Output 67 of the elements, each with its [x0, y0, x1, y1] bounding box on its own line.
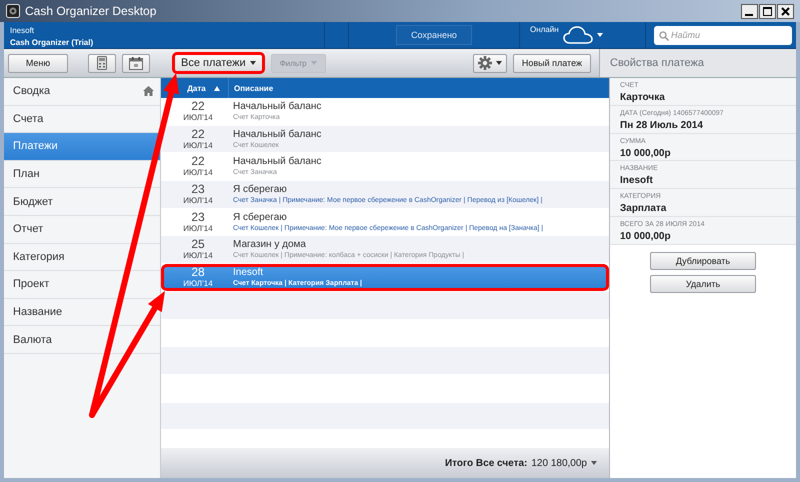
action-button[interactable]: Дублировать [650, 252, 756, 270]
total-label: Итого Все счета: [444, 458, 528, 468]
column-header[interactable]: Описание [229, 78, 609, 98]
field-value: 10 000,00р [620, 230, 672, 243]
window-title: Cash Organizer Desktop [25, 4, 156, 18]
payment-title: Начальный баланс [233, 128, 322, 141]
calculator-button[interactable] [88, 54, 116, 72]
field-value: Зарплата [620, 202, 668, 216]
date-day: 22 [191, 100, 205, 113]
calendar-button[interactable] [122, 54, 150, 72]
action-button[interactable]: Удалить [650, 274, 756, 293]
home-icon [143, 86, 154, 96]
caret-icon [591, 461, 597, 465]
date-month: ИЮЛ’14 [183, 278, 213, 289]
menu-button[interactable]: Меню [8, 54, 68, 72]
product-name: Cash Organizer (Trial) [10, 37, 94, 49]
date-day: 23 [191, 182, 205, 196]
caret-icon [250, 61, 256, 65]
app-icon [6, 4, 20, 18]
date-month: ИЮЛ’14 [183, 140, 213, 151]
payment-title: Я сберегаю [233, 182, 288, 196]
sidebar-item[interactable]: Валюта [4, 326, 160, 354]
settings-icon [478, 55, 492, 71]
date-day: 25 [191, 238, 205, 252]
sidebar-item[interactable]: План [4, 160, 160, 188]
payment-title: Я сберегаю [233, 210, 288, 224]
total-value: 120 180,00р [531, 458, 587, 468]
settings-button[interactable] [472, 54, 507, 72]
panel-title: Свойства платежа [599, 49, 796, 77]
sidebar-item[interactable]: Отчет [4, 216, 160, 244]
online-label: Онлайн [530, 25, 559, 34]
sidebar-item[interactable]: Бюджет [4, 188, 160, 216]
cloud-icon[interactable] [562, 25, 593, 45]
field-value: Карточка [620, 91, 666, 104]
search-field[interactable]: Найти [654, 26, 792, 44]
date-day: 23 [191, 210, 205, 224]
calculator-icon [97, 56, 107, 70]
date-day: 28 [191, 266, 205, 279]
field-value: 10 000,00р [620, 146, 672, 160]
minimize-icon[interactable] [741, 4, 758, 18]
caret-icon [596, 33, 603, 37]
date-month: ИЮЛ’14 [183, 196, 213, 206]
date-month: ИЮЛ’14 [183, 112, 213, 123]
maximize-icon[interactable] [759, 4, 776, 18]
sidebar-item[interactable]: Платежи [4, 133, 160, 161]
company-name: Inesoft [10, 25, 36, 37]
date-month: ИЮЛ’14 [183, 224, 213, 234]
calendar-icon [129, 56, 143, 70]
date-day: 22 [191, 128, 205, 141]
new-payment-button[interactable]: Новый платеж [512, 54, 591, 72]
date-day: 22 [191, 155, 205, 168]
save-status-button[interactable]: Сохранено [396, 25, 472, 45]
search-icon [659, 30, 669, 40]
field-value: Inesoft [620, 174, 654, 188]
payment-title: Начальный баланс [233, 155, 322, 168]
payment-title: Начальный баланс [233, 100, 322, 113]
caret-icon [310, 61, 317, 65]
sidebar-item[interactable]: Сводка [4, 78, 160, 106]
field-value: Пн 28 Июль 2014 [620, 118, 704, 132]
sidebar-item[interactable]: Категория [4, 244, 160, 272]
close-icon[interactable] [777, 4, 794, 18]
payment-title: Inesoft [233, 266, 264, 279]
view-dropdown[interactable]: Все платежи [172, 52, 265, 74]
date-month: ИЮЛ’14 [183, 251, 213, 262]
payment-title: Магазин у дома [233, 238, 307, 252]
caret-icon [496, 61, 502, 65]
date-month: ИЮЛ’14 [183, 168, 213, 178]
